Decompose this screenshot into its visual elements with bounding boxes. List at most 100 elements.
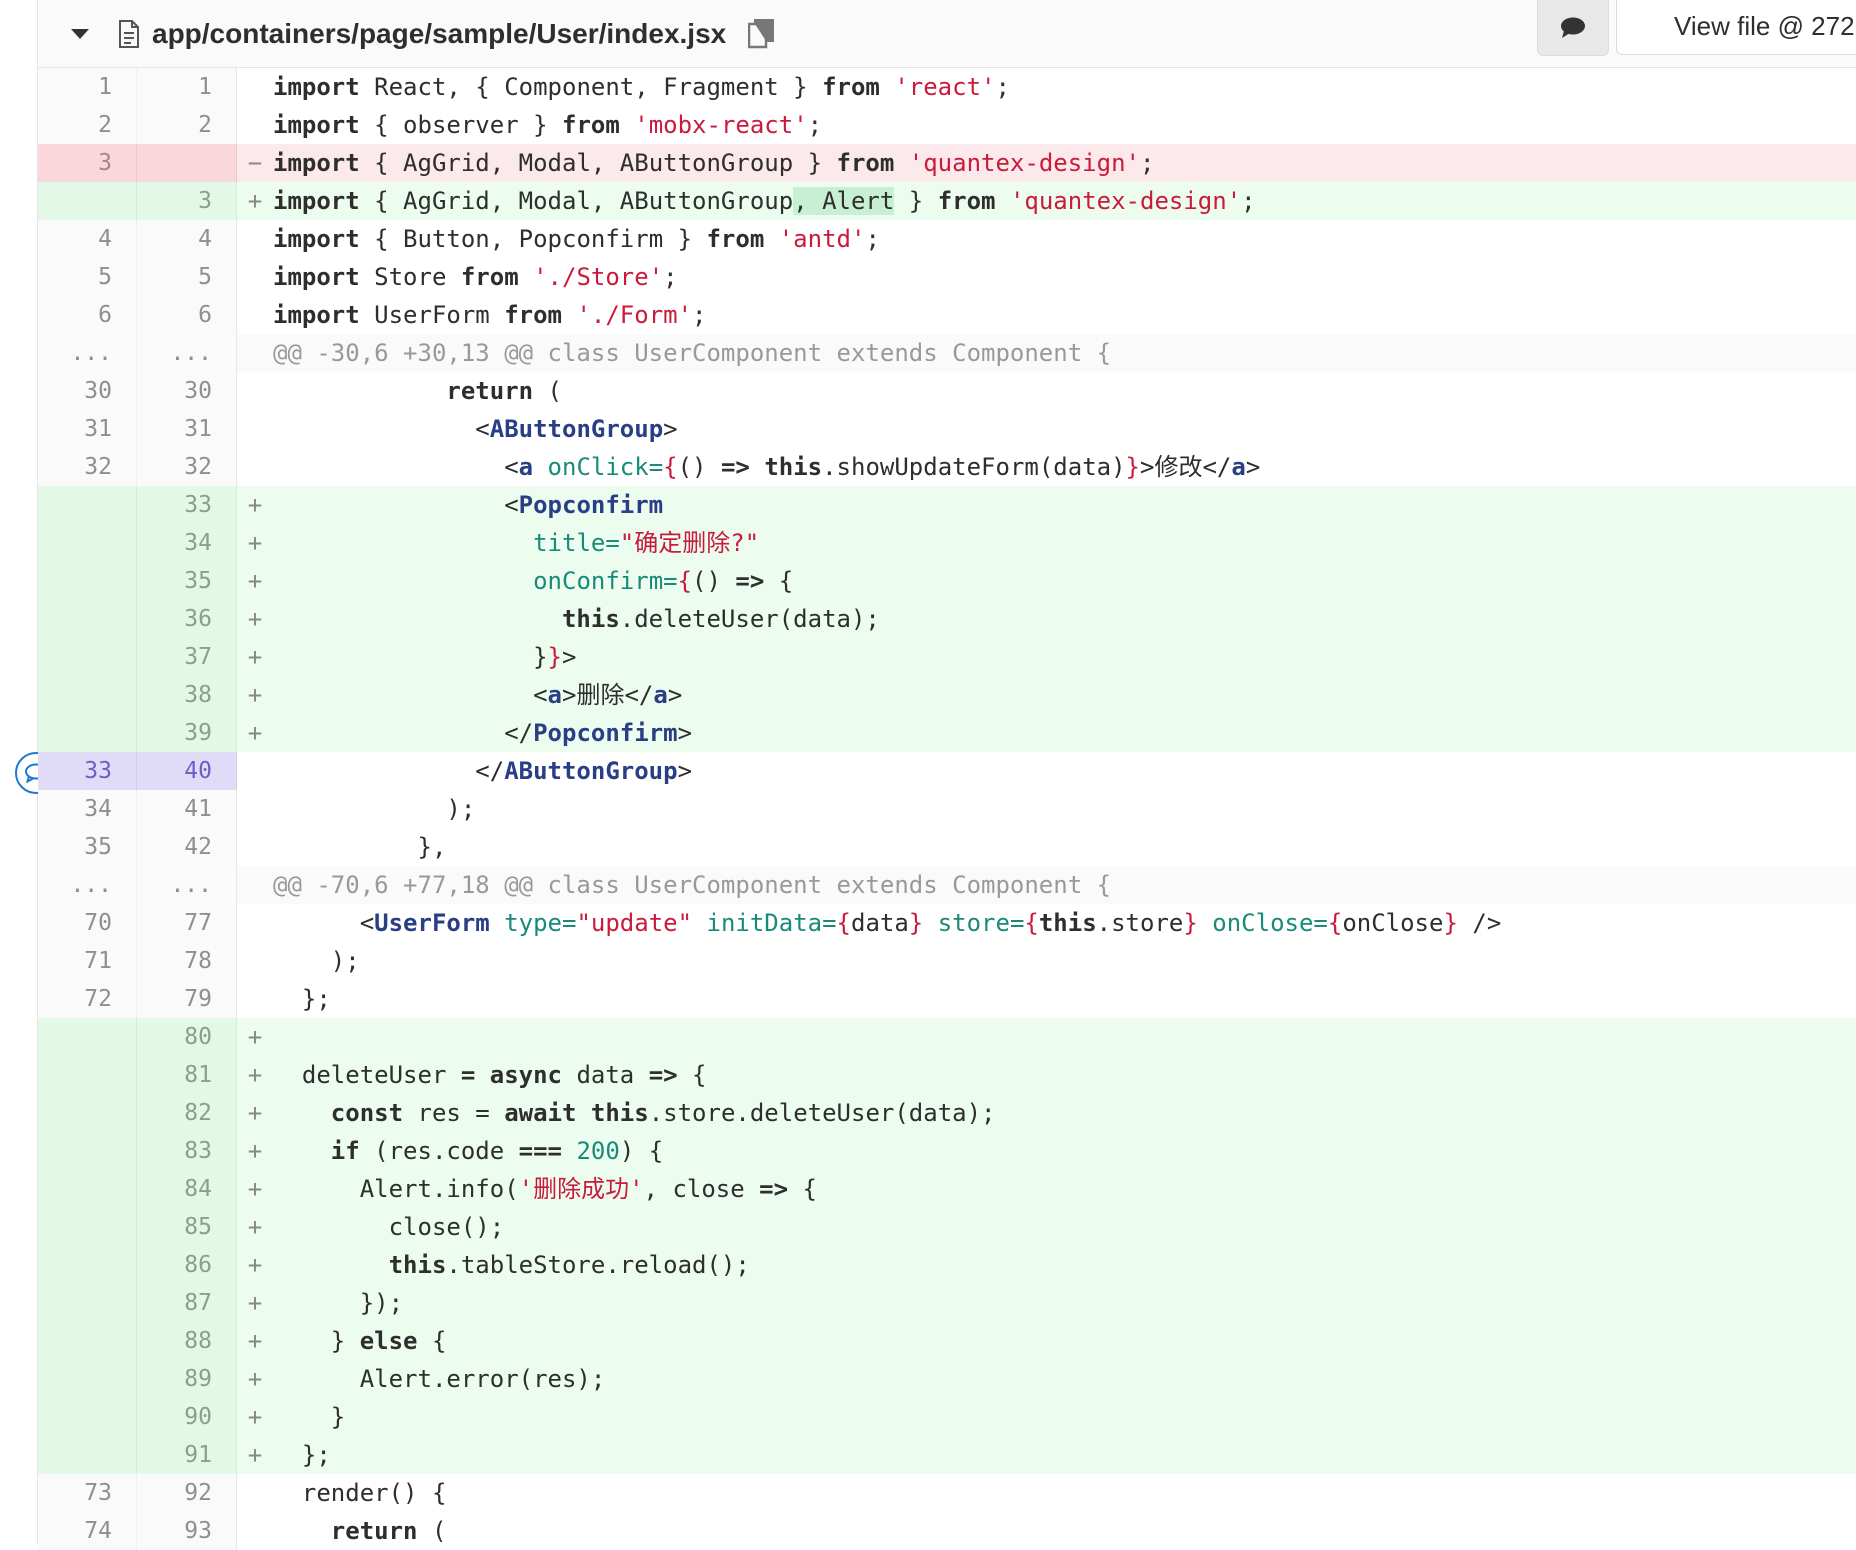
new-line-number[interactable]: 83 [137, 1132, 237, 1170]
new-line-number[interactable]: 3 [137, 182, 237, 220]
old-line-number[interactable] [38, 600, 137, 638]
new-line-number[interactable]: ... [137, 866, 237, 904]
old-line-number[interactable] [38, 562, 137, 600]
code-token: } [273, 643, 548, 671]
new-line-number[interactable]: 85 [137, 1208, 237, 1246]
new-line-number[interactable]: 92 [137, 1474, 237, 1512]
old-line-number[interactable]: ... [38, 866, 137, 904]
code-token: => [648, 1061, 678, 1089]
old-line-number[interactable]: ... [38, 334, 137, 372]
code-content: this.tableStore.reload(); [273, 1246, 1856, 1284]
new-line-number[interactable]: 78 [137, 942, 237, 980]
code-token: () [692, 567, 736, 595]
new-line-number[interactable]: 79 [137, 980, 237, 1018]
old-line-number[interactable]: 6 [38, 296, 137, 334]
new-line-number[interactable]: 30 [137, 372, 237, 410]
old-line-number[interactable] [38, 1094, 137, 1132]
view-file-button[interactable]: View file @ 272241 [1616, 0, 1856, 55]
old-line-number[interactable] [38, 1170, 137, 1208]
old-line-number[interactable] [38, 1360, 137, 1398]
code-token: { Button, Popconfirm } [359, 225, 707, 253]
old-line-number[interactable] [38, 1436, 137, 1474]
new-line-number[interactable]: 39 [137, 714, 237, 752]
new-line-number[interactable]: 40 [137, 752, 237, 790]
code-token: .deleteUser(data); [619, 605, 880, 633]
old-line-number[interactable] [38, 182, 137, 220]
new-line-number[interactable]: 89 [137, 1360, 237, 1398]
old-line-number[interactable]: 33 [38, 752, 137, 790]
new-line-number[interactable]: 33 [137, 486, 237, 524]
old-line-number[interactable] [38, 524, 137, 562]
old-line-number[interactable]: 32 [38, 448, 137, 486]
old-line-number[interactable] [38, 486, 137, 524]
new-line-number[interactable]: 42 [137, 828, 237, 866]
new-line-number[interactable]: 41 [137, 790, 237, 828]
new-line-number[interactable] [137, 144, 237, 182]
new-line-number[interactable]: 80 [137, 1018, 237, 1056]
old-line-number[interactable] [38, 1208, 137, 1246]
old-line-number[interactable] [38, 1398, 137, 1436]
old-line-number[interactable] [38, 676, 137, 714]
new-line-number[interactable]: 5 [137, 258, 237, 296]
new-line-number[interactable]: 93 [137, 1512, 237, 1550]
new-line-number[interactable]: 1 [137, 68, 237, 106]
old-line-number[interactable] [38, 1132, 137, 1170]
old-line-number[interactable] [38, 1018, 137, 1056]
old-line-number[interactable] [38, 714, 137, 752]
old-line-number[interactable] [38, 638, 137, 676]
old-line-number[interactable]: 31 [38, 410, 137, 448]
new-line-number[interactable]: ... [137, 334, 237, 372]
new-line-number[interactable]: 87 [137, 1284, 237, 1322]
file-path[interactable]: app/containers/page/sample/User/index.js… [152, 18, 726, 50]
old-line-number[interactable]: 4 [38, 220, 137, 258]
old-line-number[interactable] [38, 1322, 137, 1360]
code-token: this [590, 1099, 649, 1127]
old-line-number[interactable]: 35 [38, 828, 137, 866]
code-token: } [1443, 909, 1458, 937]
new-line-number[interactable]: 34 [137, 524, 237, 562]
code-token: AButtonGroup [504, 757, 678, 785]
old-line-number[interactable] [38, 1284, 137, 1322]
old-line-number[interactable]: 2 [38, 106, 137, 144]
toggle-comments-button[interactable] [1537, 0, 1609, 56]
old-line-number[interactable]: 3 [38, 144, 137, 182]
code-content: return ( [273, 1512, 1856, 1550]
caret-down-icon[interactable] [71, 28, 89, 39]
new-line-number[interactable]: 82 [137, 1094, 237, 1132]
new-line-number[interactable]: 2 [137, 106, 237, 144]
new-line-number[interactable]: 38 [137, 676, 237, 714]
code-token: }, [273, 833, 447, 861]
old-line-number[interactable]: 70 [38, 904, 137, 942]
new-line-number[interactable]: 37 [137, 638, 237, 676]
old-line-number[interactable] [38, 1056, 137, 1094]
diff-sign [237, 1474, 273, 1512]
copy-icon[interactable] [748, 18, 775, 49]
new-line-number[interactable]: 32 [137, 448, 237, 486]
new-line-number[interactable]: 90 [137, 1398, 237, 1436]
old-line-number[interactable]: 34 [38, 790, 137, 828]
diff-line: 33 + <Popconfirm [38, 486, 1856, 524]
code-token: from [562, 111, 620, 139]
old-line-number[interactable] [38, 1246, 137, 1284]
new-line-number[interactable]: 36 [137, 600, 237, 638]
old-line-number[interactable]: 74 [38, 1512, 137, 1550]
diff-line: 34 + title="确定删除?" [38, 524, 1856, 562]
new-line-number[interactable]: 77 [137, 904, 237, 942]
new-line-number[interactable]: 86 [137, 1246, 237, 1284]
old-line-number[interactable]: 73 [38, 1474, 137, 1512]
old-line-number[interactable]: 1 [38, 68, 137, 106]
new-line-number[interactable]: 31 [137, 410, 237, 448]
old-line-number[interactable]: 72 [38, 980, 137, 1018]
diff-line: 88 + } else { [38, 1322, 1856, 1360]
new-line-number[interactable]: 35 [137, 562, 237, 600]
new-line-number[interactable]: 88 [137, 1322, 237, 1360]
new-line-number[interactable]: 81 [137, 1056, 237, 1094]
new-line-number[interactable]: 4 [137, 220, 237, 258]
new-line-number[interactable]: 6 [137, 296, 237, 334]
old-line-number[interactable]: 71 [38, 942, 137, 980]
new-line-number[interactable]: 84 [137, 1170, 237, 1208]
old-line-number[interactable]: 5 [38, 258, 137, 296]
old-line-number[interactable]: 30 [38, 372, 137, 410]
new-line-number[interactable]: 91 [137, 1436, 237, 1474]
